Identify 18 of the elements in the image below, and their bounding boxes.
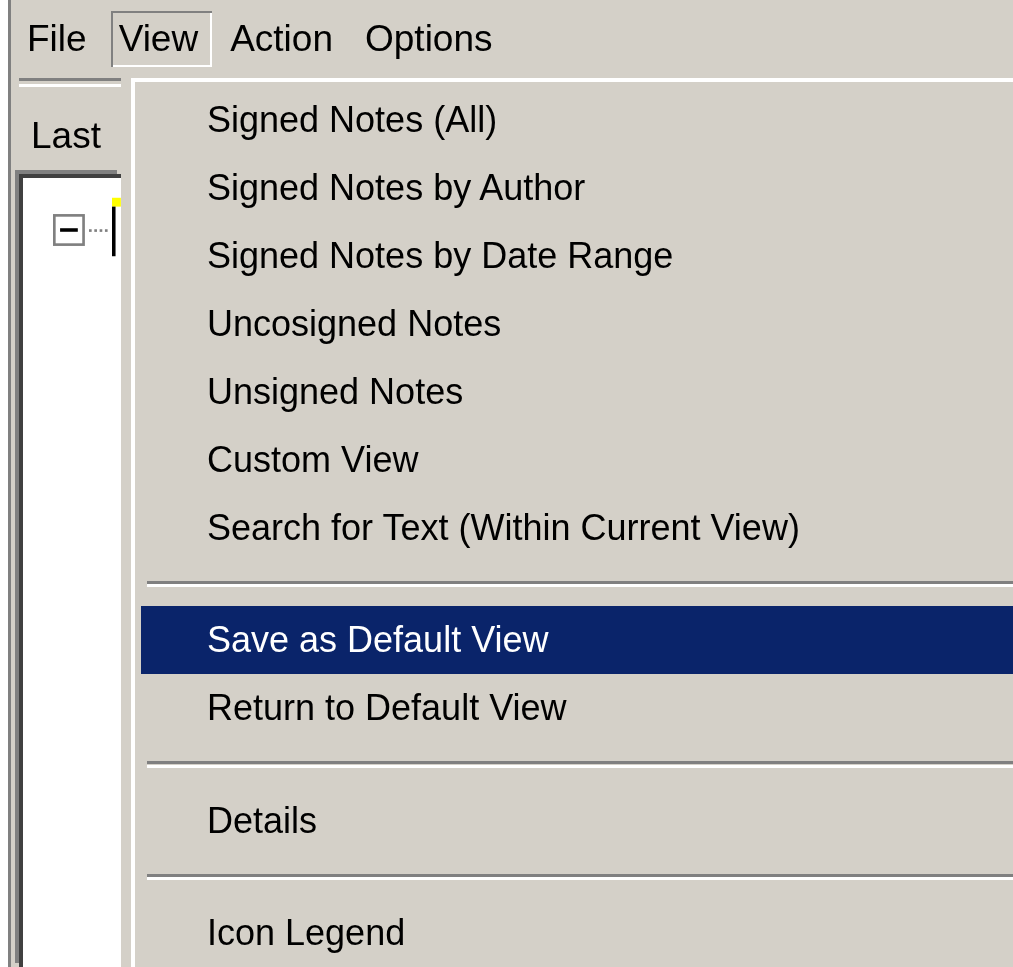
- tree-connector: [88, 229, 111, 233]
- menu-bar-item[interactable]: Action: [222, 11, 347, 67]
- menu-item[interactable]: Signed Notes by Author: [141, 154, 1013, 222]
- panel-label: Last: [30, 114, 102, 158]
- menu-item[interactable]: Custom View: [141, 426, 1013, 494]
- menu-item[interactable]: Save as Default View: [141, 606, 1013, 675]
- menu-bar-item[interactable]: File: [19, 11, 101, 67]
- menu-item[interactable]: Uncosigned Notes: [141, 290, 1013, 358]
- menu-item[interactable]: Search for Text (Within Current View): [141, 494, 1013, 562]
- menu-item[interactable]: Icon Legend: [141, 899, 1013, 967]
- menu-item[interactable]: Return to Default View: [141, 674, 1013, 743]
- menu-item[interactable]: Signed Notes by Date Range: [141, 222, 1013, 290]
- menu-bar-item[interactable]: View: [110, 11, 213, 67]
- menu-bar-item[interactable]: Options: [357, 11, 507, 67]
- collapse-icon[interactable]: [53, 212, 85, 248]
- menu-item[interactable]: Unsigned Notes: [141, 358, 1013, 426]
- menu-item[interactable]: Signed Notes (All): [141, 86, 1013, 154]
- menu-item[interactable]: Details: [141, 786, 1013, 855]
